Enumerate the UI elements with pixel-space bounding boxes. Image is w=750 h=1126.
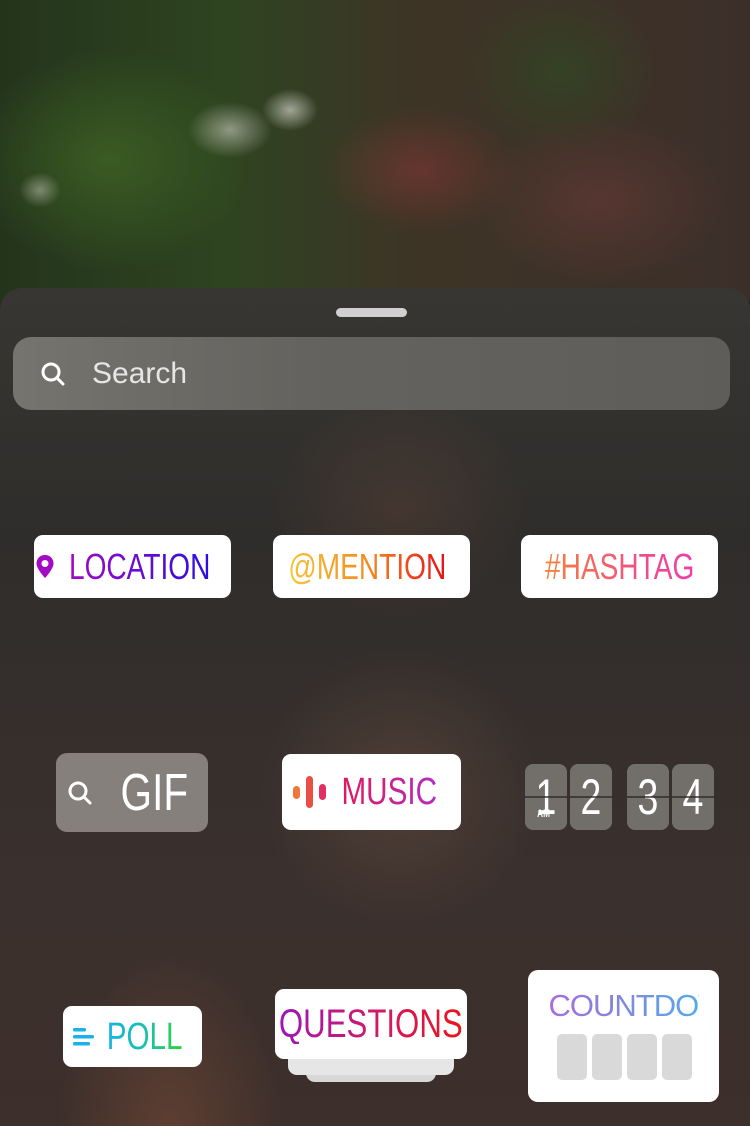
countdown-box xyxy=(627,1034,657,1080)
location-pin-icon xyxy=(36,554,54,578)
countdown-sticker[interactable]: COUNTDOWN xyxy=(528,970,749,1102)
drag-handle[interactable] xyxy=(336,308,407,317)
clock-digit: AM 1 xyxy=(525,764,567,830)
poll-label: POLL xyxy=(106,1015,183,1058)
clock-digit: 3 xyxy=(627,764,669,830)
gif-label: GIF xyxy=(120,763,188,822)
hashtag-sticker[interactable]: #HASHTAG xyxy=(521,535,718,598)
poll-sticker[interactable]: POLL xyxy=(63,1006,202,1067)
location-sticker[interactable]: LOCATION xyxy=(34,535,231,598)
meridiem-label: AM xyxy=(537,808,550,820)
countdown-label: COUNTDOWN xyxy=(548,988,749,1023)
questions-card: QUESTIONS xyxy=(275,989,467,1059)
countdown-box xyxy=(662,1034,692,1080)
countdown-box xyxy=(592,1034,622,1080)
countdown-digit-boxes xyxy=(557,1034,692,1080)
music-sticker[interactable]: MUSIC xyxy=(282,754,461,830)
gif-sticker[interactable]: GIF xyxy=(56,753,208,832)
search-icon xyxy=(41,362,65,385)
countdown-box xyxy=(557,1034,587,1080)
location-label: LOCATION xyxy=(68,545,211,587)
search-bar[interactable] xyxy=(13,337,730,410)
audio-bars-icon xyxy=(293,776,327,808)
time-sticker[interactable]: AM 1 2 3 4 xyxy=(525,764,715,831)
clock-digit: 2 xyxy=(570,764,612,830)
search-input[interactable] xyxy=(90,355,674,392)
poll-lines-icon xyxy=(72,1027,94,1045)
search-icon xyxy=(68,781,92,804)
mention-sticker[interactable]: @MENTION xyxy=(273,535,470,598)
mention-label: @MENTION xyxy=(288,545,447,587)
music-label: MUSIC xyxy=(341,771,438,813)
hashtag-label: #HASHTAG xyxy=(544,545,695,587)
clock-digit: 4 xyxy=(672,764,714,830)
questions-sticker[interactable]: QUESTIONS xyxy=(275,989,467,1084)
questions-label: QUESTIONS xyxy=(279,1002,463,1046)
background-photo xyxy=(0,0,750,300)
